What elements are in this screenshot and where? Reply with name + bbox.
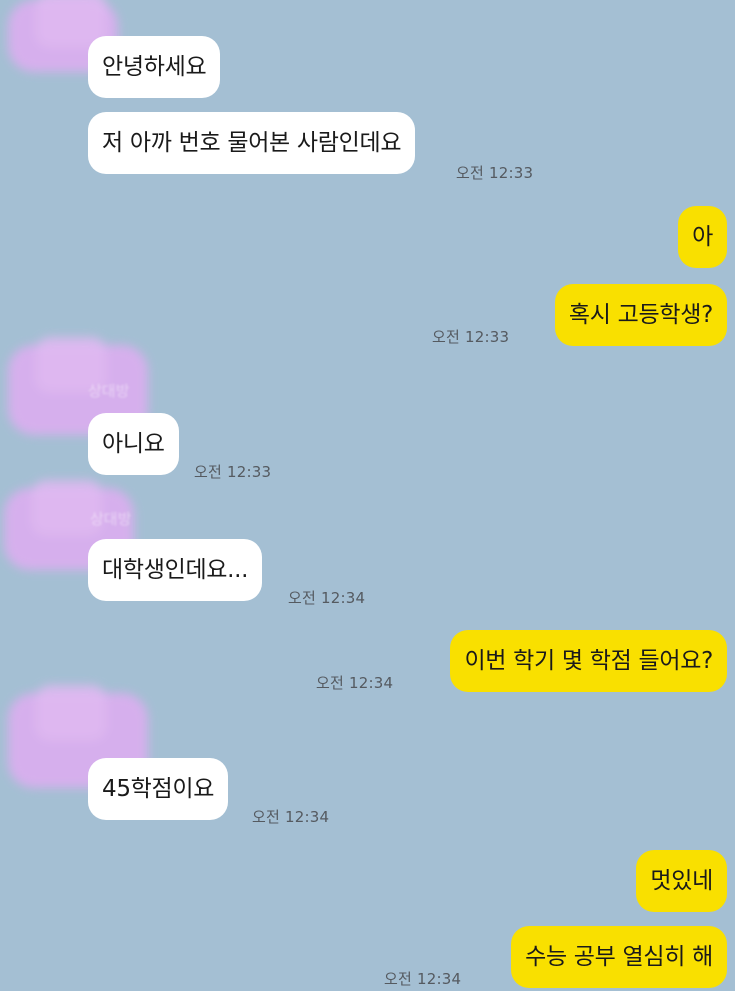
message-timestamp: 오전 12:33 — [456, 164, 534, 182]
message-bubble[interactable]: 아 — [678, 206, 727, 268]
message-bubble[interactable]: 혹시 고등학생? — [554, 284, 727, 346]
message-bubble[interactable]: 안녕하세요 — [88, 36, 221, 98]
message-timestamp: 오전 12:34 — [316, 674, 394, 692]
message-bubble[interactable]: 수능 공부 열심히 해 — [511, 926, 727, 988]
message-timestamp: 오전 12:33 — [432, 328, 510, 346]
message-timestamp: 오전 12:33 — [194, 463, 272, 481]
message-bubble[interactable]: 아니요 — [88, 413, 179, 475]
message-bubble[interactable]: 저 아까 번호 물어본 사람인데요 — [88, 112, 416, 174]
message-bubble[interactable]: 45학점이요 — [88, 758, 229, 820]
message-timestamp: 오전 12:34 — [252, 808, 330, 826]
message-timestamp: 오전 12:34 — [384, 970, 462, 988]
message-bubble[interactable]: 이번 학기 몇 학점 들어요? — [450, 630, 727, 692]
message-timestamp: 오전 12:34 — [288, 589, 366, 607]
chat-conversation: 상대방 상대방 안녕하세요 저 아까 번호 물어본 사람인데요 오전 12:33… — [0, 0, 735, 991]
sender-name: 상대방 — [90, 510, 132, 528]
message-bubble[interactable]: 멋있네 — [636, 850, 727, 912]
sender-name: 상대방 — [88, 382, 130, 400]
message-bubble[interactable]: 대학생인데요... — [88, 539, 263, 601]
